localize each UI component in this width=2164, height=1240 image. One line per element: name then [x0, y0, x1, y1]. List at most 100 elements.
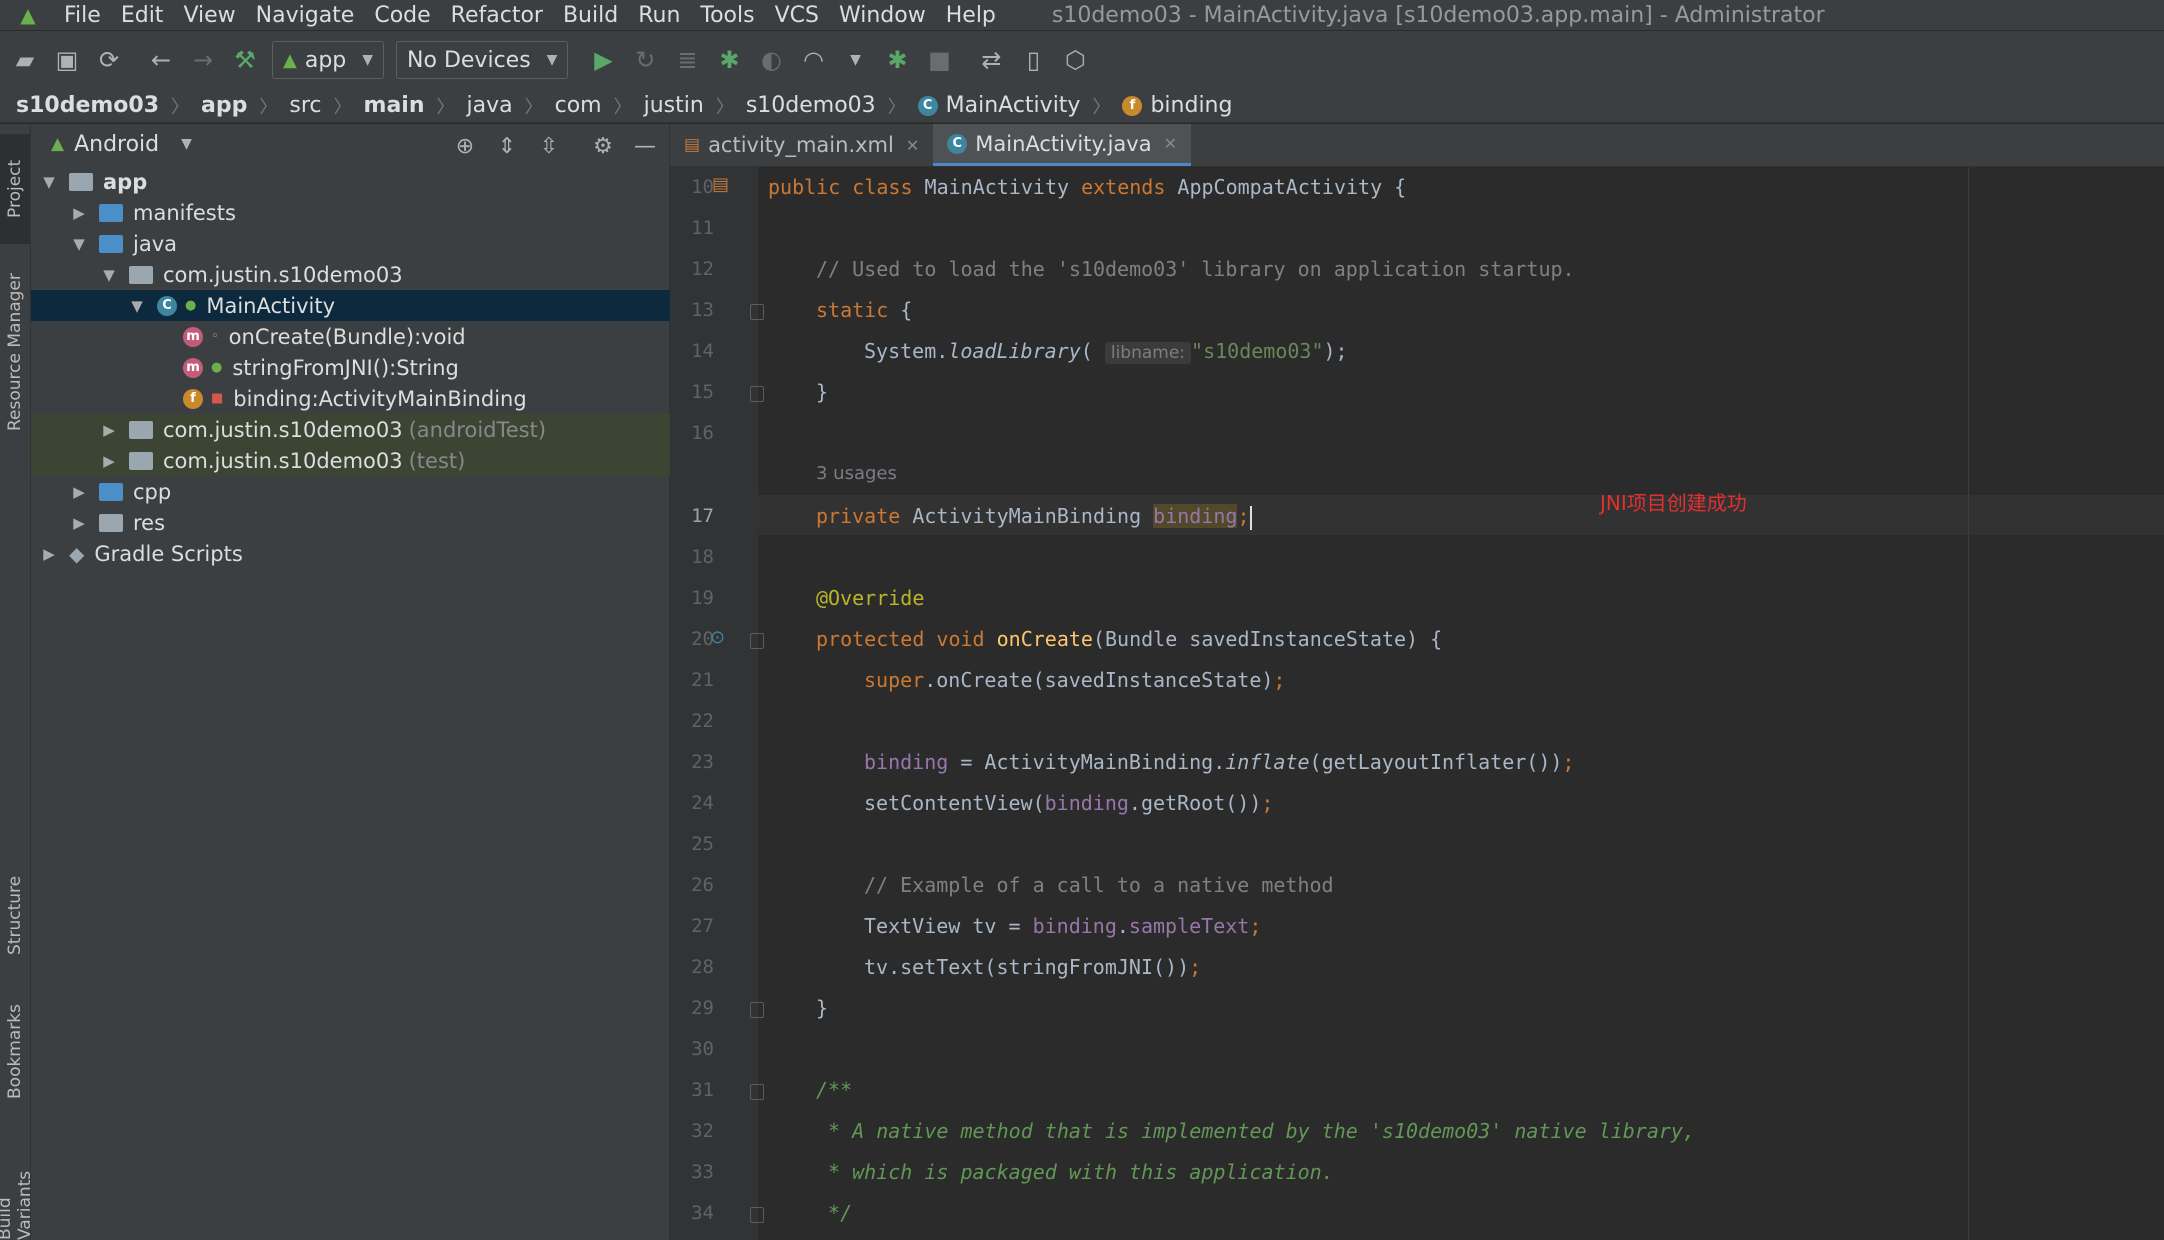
crumb-class[interactable]: MainActivity — [946, 93, 1081, 118]
menu-refactor[interactable]: Refactor — [451, 3, 543, 28]
sdk-manager-icon[interactable]: ⬡ — [1058, 43, 1092, 77]
tree-item-manifests[interactable]: ▶ manifests — [31, 197, 707, 228]
minimize-icon[interactable]: — — [631, 132, 659, 160]
menu-window[interactable]: Window — [839, 3, 926, 28]
tab-activity-main-xml[interactable]: ▤ activity_main.xml ✕ — [670, 124, 933, 166]
token: private — [816, 504, 913, 528]
crumb-com[interactable]: com — [555, 93, 602, 118]
xml-layout-related-icon[interactable]: ▤ — [712, 174, 729, 195]
tree-label: com.justin.s10demo03 — [163, 262, 403, 287]
coverage-icon[interactable]: ◐ — [754, 43, 788, 77]
crumb-justin[interactable]: justin — [644, 93, 704, 118]
run-icon[interactable]: ▶ — [586, 43, 620, 77]
rerun-icon[interactable]: ↻ — [628, 43, 662, 77]
collapse-all-icon[interactable]: ⇳ — [535, 132, 563, 160]
gear-icon[interactable]: ⚙ — [589, 132, 617, 160]
menu-tools[interactable]: Tools — [700, 3, 754, 28]
tree-item-mainactivity[interactable]: ▼ C ● MainActivity — [31, 290, 765, 321]
tree-item-package-main[interactable]: ▼ com.justin.s10demo03 — [31, 259, 737, 290]
apply-changes-icon[interactable]: ≣ — [670, 43, 704, 77]
expand-all-icon[interactable]: ⇕ — [493, 132, 521, 160]
crumb-module[interactable]: app — [201, 93, 247, 118]
breadcrumb: s10demo03 〉 app 〉 src 〉 main 〉 java 〉 com 〉 ju… — [0, 89, 2164, 123]
menu-edit[interactable]: Edit — [121, 3, 164, 28]
token: MainActivity — [924, 175, 1082, 199]
menu-build[interactable]: Build — [563, 3, 618, 28]
protected-visibility-icon: ◦ — [211, 329, 219, 344]
token: binding — [1153, 504, 1238, 528]
project-view-select[interactable]: Android — [74, 132, 159, 157]
usages-hint[interactable]: 3 usages — [816, 463, 897, 484]
save-icon[interactable]: ▣ — [50, 43, 84, 77]
locate-target-icon[interactable]: ⊕ — [451, 132, 479, 160]
menu-navigate[interactable]: Navigate — [256, 3, 355, 28]
gradle-sync-icon[interactable]: ⇄ — [974, 43, 1008, 77]
forward-arrow-icon[interactable]: → — [186, 43, 220, 77]
android-icon: ▲ — [51, 134, 65, 154]
line-number: 33 — [691, 1161, 714, 1183]
menu-help[interactable]: Help — [946, 3, 996, 28]
structure-tool-tab[interactable]: Structure — [0, 860, 30, 970]
device-manager-icon[interactable]: ▯ — [1016, 43, 1050, 77]
menu-vcs[interactable]: VCS — [775, 3, 819, 28]
project-tool-tab[interactable]: Project — [0, 134, 30, 244]
resource-manager-tool-tab[interactable]: Resource Manager — [0, 252, 30, 452]
tree-item-java[interactable]: ▼ java — [31, 228, 707, 259]
crumb-main[interactable]: main — [364, 93, 425, 118]
override-method-icon[interactable]: ⊙ — [710, 627, 725, 648]
make-hammer-icon[interactable]: ⚒ — [228, 43, 262, 77]
line-number: 10 — [691, 176, 714, 198]
sync-icon[interactable]: ⟳ — [92, 43, 126, 77]
line-number: 14 — [691, 340, 714, 362]
run-config-select[interactable]: ▲ app ▼ — [272, 41, 385, 79]
class-icon: C — [157, 295, 177, 316]
tree-item-cpp[interactable]: ▶ cpp — [31, 476, 707, 507]
back-arrow-icon[interactable]: ← — [144, 43, 178, 77]
tree-item-package-test[interactable]: ▶ com.justin.s10demo03 (test) — [31, 445, 737, 476]
fold-marker-icon[interactable] — [750, 304, 764, 320]
token: ; — [1273, 668, 1286, 692]
menu-view[interactable]: View — [183, 3, 235, 28]
crumb-project[interactable]: s10demo03 — [16, 93, 159, 118]
crumb-java[interactable]: java — [467, 93, 513, 118]
crumb-src[interactable]: src — [289, 93, 321, 118]
attach-debugger-icon[interactable]: ✱ — [880, 43, 914, 77]
tree-item-package-androidtest[interactable]: ▶ com.justin.s10demo03 (androidTest) — [31, 414, 737, 445]
fold-marker-icon[interactable] — [750, 1084, 764, 1100]
tree-item-app[interactable]: ▼ app — [31, 166, 677, 197]
tab-mainactivity-java[interactable]: C MainActivity.java ✕ — [933, 124, 1192, 166]
open-folder-icon[interactable]: ▰ — [8, 43, 42, 77]
code-line-13: static { — [816, 298, 912, 322]
build-variants-tool-tab[interactable]: Build Variants — [0, 1124, 30, 1240]
code-line-34: */ — [816, 1201, 853, 1225]
crumb-package[interactable]: s10demo03 — [746, 93, 876, 118]
profile-icon[interactable]: ◠ — [796, 43, 830, 77]
code-editor[interactable] — [758, 167, 2164, 1240]
menu-file[interactable]: File — [64, 3, 101, 28]
more-run-chevron-icon[interactable]: ▼ — [838, 43, 872, 77]
token: public class — [768, 175, 925, 199]
debug-bug-icon[interactable]: ✱ — [712, 43, 746, 77]
fold-marker-icon[interactable] — [750, 386, 764, 402]
tree-item-res[interactable]: ▶ res — [31, 507, 707, 538]
line-number: 27 — [691, 915, 714, 937]
menu-run[interactable]: Run — [638, 3, 680, 28]
stop-icon[interactable]: ■ — [922, 43, 956, 77]
fold-marker-icon[interactable] — [750, 633, 764, 649]
token: binding — [1032, 914, 1117, 938]
class-icon: C — [917, 95, 938, 116]
close-icon[interactable]: ✕ — [906, 136, 919, 155]
folder-icon — [99, 203, 123, 222]
fold-marker-icon[interactable] — [750, 1002, 764, 1018]
class-icon: C — [947, 133, 968, 154]
crumb-field[interactable]: binding — [1150, 93, 1232, 118]
bookmarks-tool-tab[interactable]: Bookmarks — [0, 992, 30, 1112]
fold-marker-icon[interactable] — [750, 1207, 764, 1223]
token: System. — [864, 339, 949, 363]
chevron-down-icon[interactable]: ▼ — [181, 136, 192, 152]
device-select[interactable]: No Devices ▼ — [396, 41, 569, 79]
tree-item-gradle-scripts[interactable]: ▶ ◆ Gradle Scripts — [31, 538, 677, 569]
resources-folder-icon — [99, 513, 123, 532]
menu-code[interactable]: Code — [374, 3, 430, 28]
close-icon[interactable]: ✕ — [1164, 134, 1177, 153]
